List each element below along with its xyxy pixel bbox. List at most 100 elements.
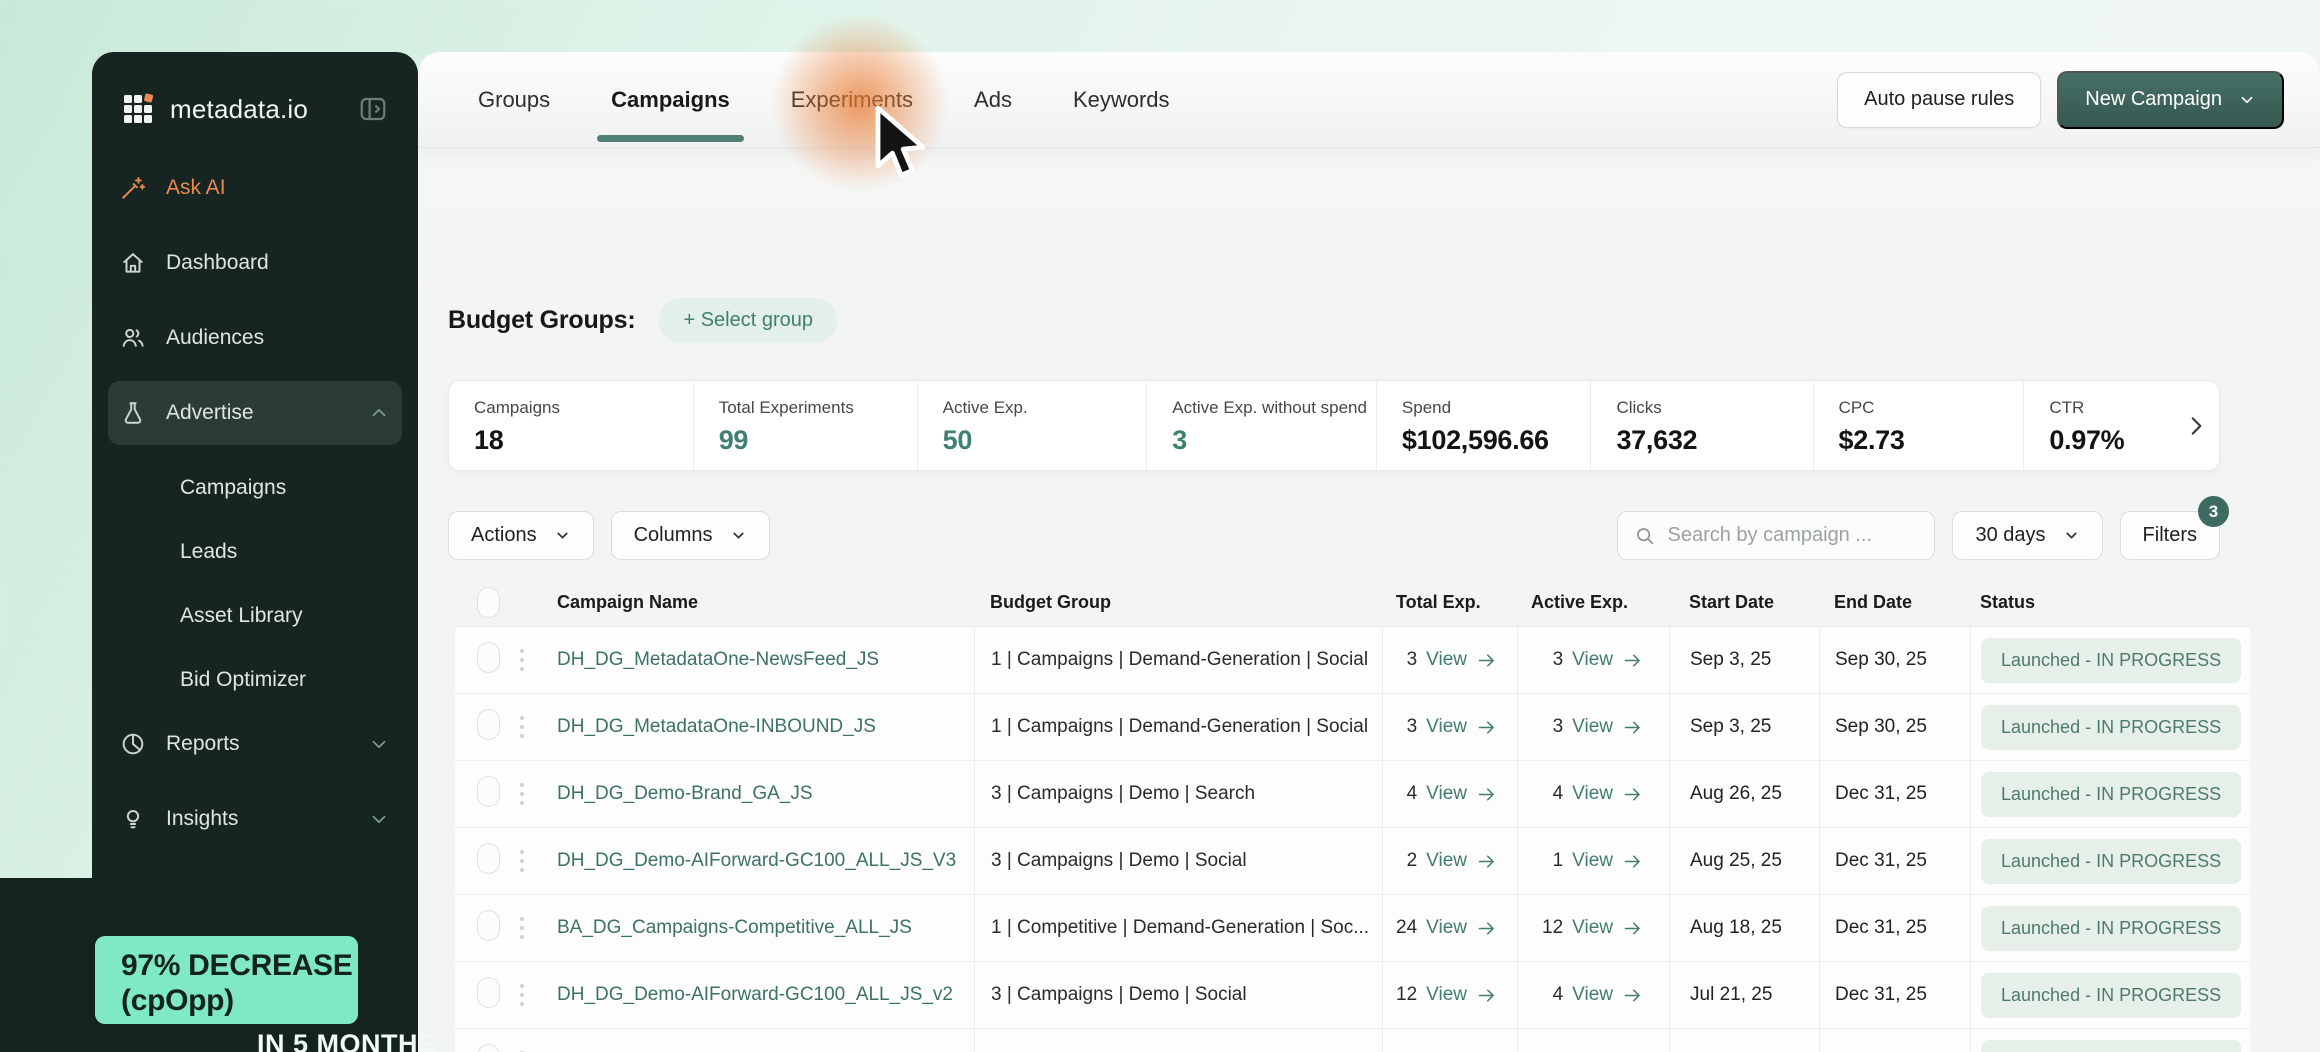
- actions-dropdown[interactable]: Actions: [448, 511, 594, 560]
- drag-handle-icon[interactable]: [520, 915, 545, 942]
- campaign-name-link[interactable]: DH_DG_Demo-AIForward-GC100_ALL_JS_v2: [557, 984, 953, 1005]
- view-link[interactable]: View: [1572, 783, 1613, 805]
- sidebar-item-advertise[interactable]: Advertise: [108, 381, 402, 445]
- page-body: Budget Groups: + Select group Campaigns1…: [418, 148, 2320, 1052]
- total-exp-cell: 3View: [1382, 1029, 1517, 1052]
- status-cell: Launched - IN PROGRESS: [1970, 828, 2250, 894]
- arrow-right-icon[interactable]: [1622, 784, 1643, 805]
- view-link[interactable]: View: [1572, 850, 1613, 872]
- arrow-right-icon[interactable]: [1476, 784, 1497, 805]
- sidebar-item-audiences[interactable]: Audiences: [108, 306, 402, 370]
- campaign-name-link[interactable]: BA_DG_Campaigns-Competitive_ALL_JS: [557, 917, 912, 938]
- drag-handle-icon[interactable]: [520, 714, 545, 741]
- campaign-name-link[interactable]: DH_DG_Demo-AIForward-GC100_ALL_JS_V3: [557, 850, 956, 871]
- arrow-right-icon[interactable]: [1622, 717, 1643, 738]
- column-header-label: End Date: [1834, 592, 1912, 613]
- stat-label: Spend: [1402, 398, 1591, 418]
- column-header-label: Budget Group: [990, 592, 1111, 613]
- arrow-right-icon[interactable]: [1622, 985, 1643, 1006]
- status-cell: Launched - IN PROGRESS: [1970, 694, 2250, 760]
- arrow-right-icon[interactable]: [1476, 717, 1497, 738]
- table-row: DH_DG_MetadataOne-INBOUND_JS 1 | Campaign…: [455, 694, 2250, 761]
- total-exp-cell: 3View: [1382, 627, 1517, 693]
- campaign-name-link[interactable]: DH_DG_Demo-Brand_GA_JS: [557, 783, 813, 804]
- start-date-cell: Sep 3, 25: [1669, 627, 1819, 693]
- row-checkbox[interactable]: [477, 642, 500, 673]
- view-link[interactable]: View: [1426, 716, 1467, 738]
- view-link[interactable]: View: [1426, 649, 1467, 671]
- view-link[interactable]: View: [1426, 850, 1467, 872]
- exp-count: 3: [1407, 716, 1418, 738]
- arrow-right-icon[interactable]: [1476, 985, 1497, 1006]
- sidebar-item-ask-ai[interactable]: Ask AI: [108, 156, 402, 220]
- sidebar-item-insights[interactable]: Insights: [108, 787, 402, 851]
- view-link[interactable]: View: [1426, 984, 1467, 1006]
- arrow-right-icon[interactable]: [1476, 650, 1497, 671]
- bulb-icon: [120, 806, 146, 832]
- arrow-right-icon[interactable]: [1476, 851, 1497, 872]
- column-header-campaign-name: Campaign Name: [545, 579, 974, 626]
- campaign-name-link[interactable]: DH_DG_MetadataOne-INBOUND_JS: [557, 716, 876, 737]
- tab-keywords[interactable]: Keywords: [1073, 52, 1170, 147]
- new-campaign-button[interactable]: New Campaign: [2057, 71, 2284, 129]
- arrow-right-icon[interactable]: [1622, 851, 1643, 872]
- drag-handle-icon[interactable]: [520, 781, 545, 808]
- row-checkbox[interactable]: [477, 843, 500, 874]
- row-checkbox[interactable]: [477, 910, 500, 941]
- column-header-end-date: End Date: [1819, 579, 1970, 626]
- sidebar-subitem-asset-library[interactable]: Asset Library: [108, 584, 402, 648]
- row-checkbox[interactable]: [477, 1044, 500, 1052]
- row-checkbox[interactable]: [477, 776, 500, 807]
- status-badge: Launched - IN PROGRESS: [1981, 705, 2241, 750]
- table-row: DH_DG_Demo-Convo-GC100_LI_V93 | Campaign…: [455, 1029, 2250, 1052]
- drag-handle-icon[interactable]: [520, 647, 545, 674]
- row-checkbox-cell: [455, 1044, 520, 1052]
- view-link[interactable]: View: [1572, 917, 1613, 939]
- drag-handle-icon[interactable]: [520, 1049, 545, 1052]
- campaigns-table: Campaign NameBudget GroupTotal Exp.Activ…: [455, 579, 2250, 1052]
- stat-label: Active Exp.: [943, 398, 1147, 418]
- view-link[interactable]: View: [1426, 783, 1467, 805]
- campaign-name-link[interactable]: DH_DG_MetadataOne-NewsFeed_JS: [557, 649, 879, 670]
- sidebar-subitem-leads[interactable]: Leads: [108, 520, 402, 584]
- columns-dropdown[interactable]: Columns: [611, 511, 770, 560]
- sidebar-item-label: Reports: [166, 732, 240, 756]
- row-checkbox[interactable]: [477, 977, 500, 1008]
- date-range-dropdown[interactable]: 30 days: [1952, 511, 2102, 560]
- auto-pause-rules-button[interactable]: Auto pause rules: [1837, 72, 2041, 128]
- column-header-status: Status: [1970, 579, 2250, 626]
- column-header-total-exp-: Total Exp.: [1382, 579, 1517, 626]
- search-input[interactable]: [1667, 524, 1918, 547]
- select-group-button[interactable]: + Select group: [659, 298, 837, 343]
- column-header-label: Start Date: [1689, 592, 1774, 613]
- appbar-actions: Auto pause rules New Campaign: [1837, 52, 2284, 147]
- tab-groups[interactable]: Groups: [478, 52, 550, 147]
- drag-handle-icon[interactable]: [520, 848, 545, 875]
- exp-count: 3: [1553, 716, 1564, 738]
- status-badge: Launched - IN PROGRESS: [1981, 906, 2241, 951]
- view-link[interactable]: View: [1426, 917, 1467, 939]
- tab-ads[interactable]: Ads: [974, 52, 1012, 147]
- row-checkbox[interactable]: [477, 709, 500, 740]
- sidebar-item-dashboard[interactable]: Dashboard: [108, 231, 402, 295]
- stats-scroll-right-icon[interactable]: [2183, 413, 2209, 439]
- view-link[interactable]: View: [1572, 716, 1613, 738]
- arrow-right-icon[interactable]: [1622, 918, 1643, 939]
- tab-campaigns[interactable]: Campaigns: [611, 52, 730, 147]
- sidebar-subitem-campaigns[interactable]: Campaigns: [108, 456, 402, 520]
- view-link[interactable]: View: [1572, 984, 1613, 1006]
- tab-experiments[interactable]: Experiments: [791, 52, 913, 147]
- arrow-right-icon[interactable]: [1476, 918, 1497, 939]
- arrow-right-icon[interactable]: [1622, 650, 1643, 671]
- sidebar-item-reports[interactable]: Reports: [108, 712, 402, 776]
- stat-card-clicks: Clicks37,632: [1590, 381, 1812, 470]
- stat-value: 3: [1172, 425, 1376, 456]
- budget-group-cell: 1 | Campaigns | Demand-Generation | Soci…: [974, 694, 1382, 760]
- campaign-name-cell: BA_DG_Campaigns-Competitive_ALL_JS: [545, 917, 974, 939]
- row-checkbox[interactable]: [477, 587, 500, 618]
- table-row: DH_DG_Demo-AIForward-GC100_ALL_JS_v23 | …: [455, 962, 2250, 1029]
- drag-handle-icon[interactable]: [520, 982, 545, 1009]
- sidebar-subitem-bid-optimizer[interactable]: Bid Optimizer: [108, 648, 402, 712]
- sidebar-collapse-icon[interactable]: [358, 94, 388, 124]
- view-link[interactable]: View: [1572, 649, 1613, 671]
